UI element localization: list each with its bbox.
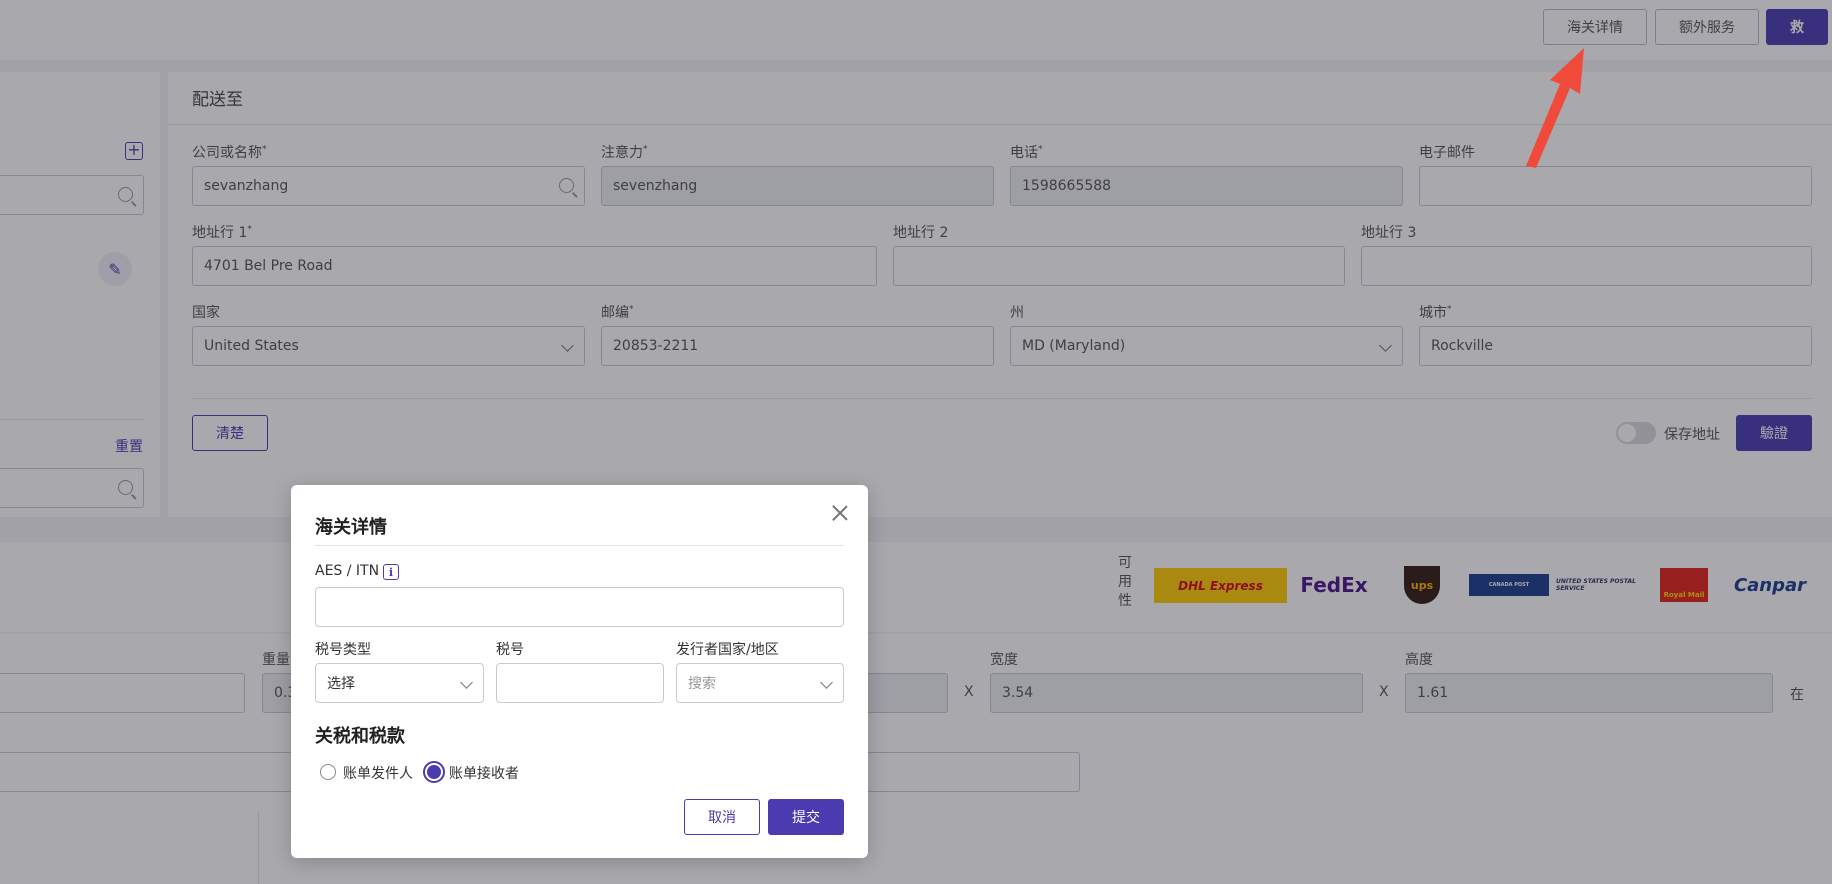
tax-number-input[interactable] — [496, 663, 664, 703]
issuer-country-label: 发行者国家/地区 — [676, 642, 779, 658]
issuer-country-select[interactable]: 搜索 — [676, 663, 844, 703]
tax-type-select[interactable]: 选择 — [315, 663, 484, 703]
duties-taxes-title: 关税和税款 — [315, 726, 405, 747]
submit-button[interactable]: 提交 — [768, 799, 844, 835]
annotation-arrow-icon — [1526, 48, 1584, 168]
bill-receiver-label[interactable]: 账单接收者 — [449, 763, 519, 783]
modal-divider — [315, 545, 844, 546]
chevron-down-icon — [460, 676, 473, 689]
customs-details-modal: 海关详情 AES / ITN i 税号类型 选择 税号 发行者国家/地区 搜索 … — [291, 485, 868, 858]
cancel-button[interactable]: 取消 — [684, 799, 760, 835]
tax-type-label: 税号类型 — [315, 642, 371, 658]
info-icon[interactable]: i — [383, 564, 399, 580]
modal-title: 海关详情 — [315, 517, 387, 538]
chevron-down-icon — [820, 676, 833, 689]
tax-number-label: 税号 — [496, 642, 524, 658]
bill-receiver-radio[interactable] — [423, 761, 445, 783]
bill-sender-label[interactable]: 账单发件人 — [343, 763, 413, 783]
bill-sender-radio[interactable] — [320, 764, 336, 780]
aes-label: AES / ITN — [315, 563, 380, 579]
aes-input[interactable] — [315, 587, 844, 627]
close-icon[interactable] — [830, 503, 850, 523]
